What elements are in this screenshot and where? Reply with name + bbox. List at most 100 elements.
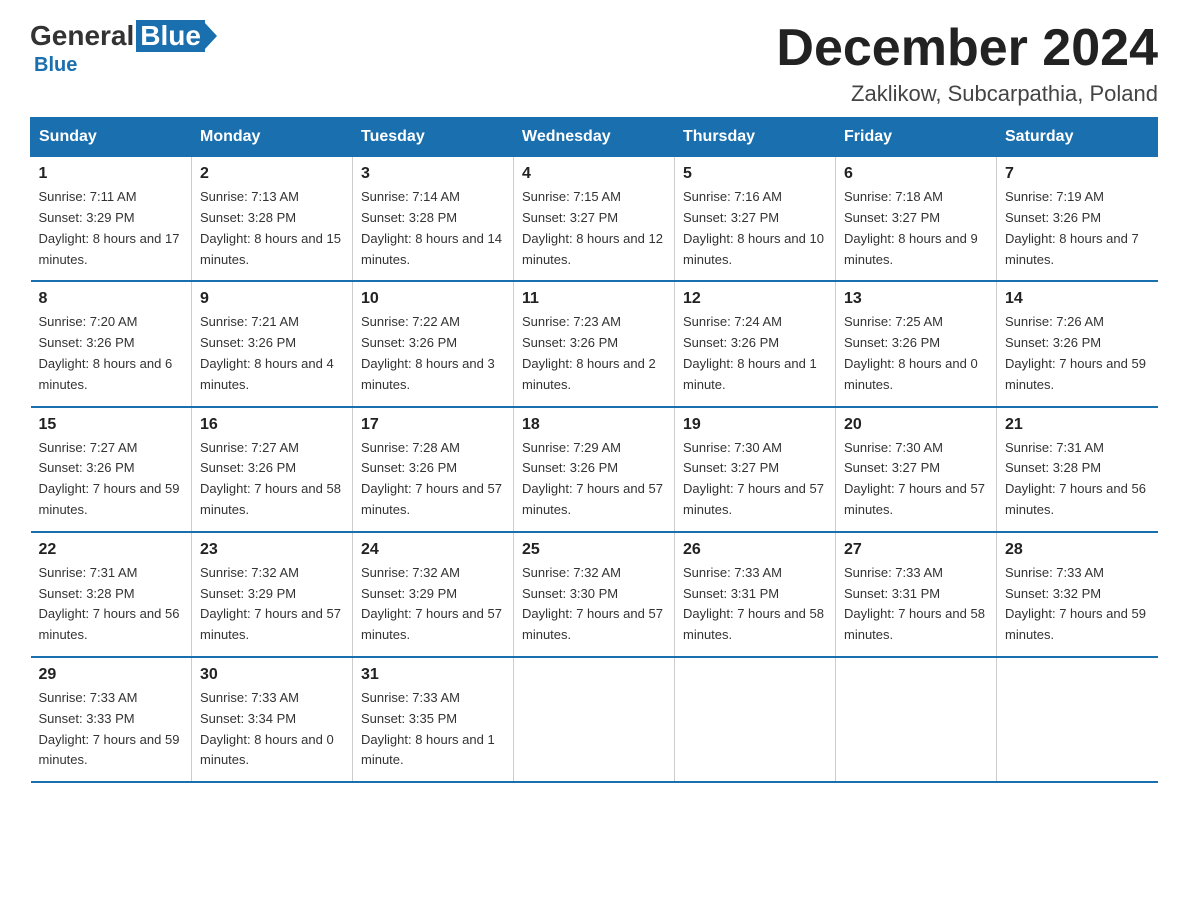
day-info: Sunrise: 7:33 AMSunset: 3:35 PMDaylight:…	[361, 688, 505, 771]
day-number: 12	[683, 290, 827, 308]
calendar-cell: 2 Sunrise: 7:13 AMSunset: 3:28 PMDayligh…	[192, 157, 353, 282]
day-info: Sunrise: 7:18 AMSunset: 3:27 PMDaylight:…	[844, 187, 988, 270]
calendar-cell: 4 Sunrise: 7:15 AMSunset: 3:27 PMDayligh…	[514, 157, 675, 282]
calendar-cell: 20 Sunrise: 7:30 AMSunset: 3:27 PMDaylig…	[836, 407, 997, 532]
day-info: Sunrise: 7:30 AMSunset: 3:27 PMDaylight:…	[844, 438, 988, 521]
day-number: 8	[39, 290, 184, 308]
page-header: General Blue Blue December 2024 Zaklikow…	[30, 20, 1158, 107]
day-number: 29	[39, 666, 184, 684]
header-friday: Friday	[836, 118, 997, 157]
header-thursday: Thursday	[675, 118, 836, 157]
day-info: Sunrise: 7:25 AMSunset: 3:26 PMDaylight:…	[844, 312, 988, 395]
day-info: Sunrise: 7:14 AMSunset: 3:28 PMDaylight:…	[361, 187, 505, 270]
day-number: 11	[522, 290, 666, 308]
day-number: 14	[1005, 290, 1150, 308]
day-number: 28	[1005, 541, 1150, 559]
logo-blue-box: Blue	[136, 20, 205, 52]
calendar-cell	[836, 657, 997, 782]
day-number: 2	[200, 165, 344, 183]
calendar-cell: 21 Sunrise: 7:31 AMSunset: 3:28 PMDaylig…	[997, 407, 1158, 532]
calendar-cell: 22 Sunrise: 7:31 AMSunset: 3:28 PMDaylig…	[31, 532, 192, 657]
calendar-cell: 3 Sunrise: 7:14 AMSunset: 3:28 PMDayligh…	[353, 157, 514, 282]
day-number: 30	[200, 666, 344, 684]
header-tuesday: Tuesday	[353, 118, 514, 157]
day-info: Sunrise: 7:27 AMSunset: 3:26 PMDaylight:…	[200, 438, 344, 521]
location-text: Zaklikow, Subcarpathia, Poland	[776, 81, 1158, 107]
day-number: 13	[844, 290, 988, 308]
day-info: Sunrise: 7:20 AMSunset: 3:26 PMDaylight:…	[39, 312, 184, 395]
logo-general-text: General	[30, 20, 134, 52]
day-number: 16	[200, 416, 344, 434]
day-number: 18	[522, 416, 666, 434]
calendar-cell: 29 Sunrise: 7:33 AMSunset: 3:33 PMDaylig…	[31, 657, 192, 782]
calendar-cell: 12 Sunrise: 7:24 AMSunset: 3:26 PMDaylig…	[675, 281, 836, 406]
calendar-cell: 23 Sunrise: 7:32 AMSunset: 3:29 PMDaylig…	[192, 532, 353, 657]
calendar-cell: 13 Sunrise: 7:25 AMSunset: 3:26 PMDaylig…	[836, 281, 997, 406]
day-number: 23	[200, 541, 344, 559]
calendar-cell	[997, 657, 1158, 782]
month-title: December 2024	[776, 20, 1158, 77]
day-number: 19	[683, 416, 827, 434]
day-info: Sunrise: 7:33 AMSunset: 3:31 PMDaylight:…	[844, 563, 988, 646]
day-info: Sunrise: 7:26 AMSunset: 3:26 PMDaylight:…	[1005, 312, 1150, 395]
calendar-cell	[514, 657, 675, 782]
day-info: Sunrise: 7:27 AMSunset: 3:26 PMDaylight:…	[39, 438, 184, 521]
calendar-week-4: 22 Sunrise: 7:31 AMSunset: 3:28 PMDaylig…	[31, 532, 1158, 657]
logo-blue-label: Blue	[34, 54, 77, 77]
calendar-cell: 9 Sunrise: 7:21 AMSunset: 3:26 PMDayligh…	[192, 281, 353, 406]
day-info: Sunrise: 7:32 AMSunset: 3:30 PMDaylight:…	[522, 563, 666, 646]
day-info: Sunrise: 7:33 AMSunset: 3:34 PMDaylight:…	[200, 688, 344, 771]
calendar-week-5: 29 Sunrise: 7:33 AMSunset: 3:33 PMDaylig…	[31, 657, 1158, 782]
calendar-cell: 14 Sunrise: 7:26 AMSunset: 3:26 PMDaylig…	[997, 281, 1158, 406]
day-number: 20	[844, 416, 988, 434]
day-info: Sunrise: 7:16 AMSunset: 3:27 PMDaylight:…	[683, 187, 827, 270]
calendar-cell: 11 Sunrise: 7:23 AMSunset: 3:26 PMDaylig…	[514, 281, 675, 406]
header-saturday: Saturday	[997, 118, 1158, 157]
day-info: Sunrise: 7:15 AMSunset: 3:27 PMDaylight:…	[522, 187, 666, 270]
header-sunday: Sunday	[31, 118, 192, 157]
day-info: Sunrise: 7:28 AMSunset: 3:26 PMDaylight:…	[361, 438, 505, 521]
day-info: Sunrise: 7:13 AMSunset: 3:28 PMDaylight:…	[200, 187, 344, 270]
day-number: 17	[361, 416, 505, 434]
day-number: 27	[844, 541, 988, 559]
calendar-cell: 5 Sunrise: 7:16 AMSunset: 3:27 PMDayligh…	[675, 157, 836, 282]
day-number: 4	[522, 165, 666, 183]
calendar-cell: 7 Sunrise: 7:19 AMSunset: 3:26 PMDayligh…	[997, 157, 1158, 282]
calendar-cell: 16 Sunrise: 7:27 AMSunset: 3:26 PMDaylig…	[192, 407, 353, 532]
day-info: Sunrise: 7:19 AMSunset: 3:26 PMDaylight:…	[1005, 187, 1150, 270]
day-number: 3	[361, 165, 505, 183]
day-info: Sunrise: 7:24 AMSunset: 3:26 PMDaylight:…	[683, 312, 827, 395]
calendar-cell: 6 Sunrise: 7:18 AMSunset: 3:27 PMDayligh…	[836, 157, 997, 282]
day-number: 10	[361, 290, 505, 308]
calendar-cell: 24 Sunrise: 7:32 AMSunset: 3:29 PMDaylig…	[353, 532, 514, 657]
day-number: 7	[1005, 165, 1150, 183]
day-number: 22	[39, 541, 184, 559]
calendar-week-1: 1 Sunrise: 7:11 AMSunset: 3:29 PMDayligh…	[31, 157, 1158, 282]
day-number: 5	[683, 165, 827, 183]
day-info: Sunrise: 7:31 AMSunset: 3:28 PMDaylight:…	[39, 563, 184, 646]
calendar-cell: 19 Sunrise: 7:30 AMSunset: 3:27 PMDaylig…	[675, 407, 836, 532]
day-number: 26	[683, 541, 827, 559]
day-info: Sunrise: 7:31 AMSunset: 3:28 PMDaylight:…	[1005, 438, 1150, 521]
day-number: 25	[522, 541, 666, 559]
day-number: 15	[39, 416, 184, 434]
day-number: 1	[39, 165, 184, 183]
calendar-header-row: SundayMondayTuesdayWednesdayThursdayFrid…	[31, 118, 1158, 157]
calendar-cell: 28 Sunrise: 7:33 AMSunset: 3:32 PMDaylig…	[997, 532, 1158, 657]
calendar-cell: 8 Sunrise: 7:20 AMSunset: 3:26 PMDayligh…	[31, 281, 192, 406]
day-info: Sunrise: 7:33 AMSunset: 3:32 PMDaylight:…	[1005, 563, 1150, 646]
calendar-week-2: 8 Sunrise: 7:20 AMSunset: 3:26 PMDayligh…	[31, 281, 1158, 406]
calendar-cell: 25 Sunrise: 7:32 AMSunset: 3:30 PMDaylig…	[514, 532, 675, 657]
calendar-cell: 30 Sunrise: 7:33 AMSunset: 3:34 PMDaylig…	[192, 657, 353, 782]
logo: General Blue Blue	[30, 20, 205, 77]
calendar-table: SundayMondayTuesdayWednesdayThursdayFrid…	[30, 117, 1158, 783]
calendar-cell: 31 Sunrise: 7:33 AMSunset: 3:35 PMDaylig…	[353, 657, 514, 782]
day-info: Sunrise: 7:32 AMSunset: 3:29 PMDaylight:…	[200, 563, 344, 646]
day-info: Sunrise: 7:23 AMSunset: 3:26 PMDaylight:…	[522, 312, 666, 395]
day-info: Sunrise: 7:32 AMSunset: 3:29 PMDaylight:…	[361, 563, 505, 646]
day-info: Sunrise: 7:29 AMSunset: 3:26 PMDaylight:…	[522, 438, 666, 521]
calendar-cell: 18 Sunrise: 7:29 AMSunset: 3:26 PMDaylig…	[514, 407, 675, 532]
calendar-cell: 26 Sunrise: 7:33 AMSunset: 3:31 PMDaylig…	[675, 532, 836, 657]
day-info: Sunrise: 7:30 AMSunset: 3:27 PMDaylight:…	[683, 438, 827, 521]
day-number: 31	[361, 666, 505, 684]
